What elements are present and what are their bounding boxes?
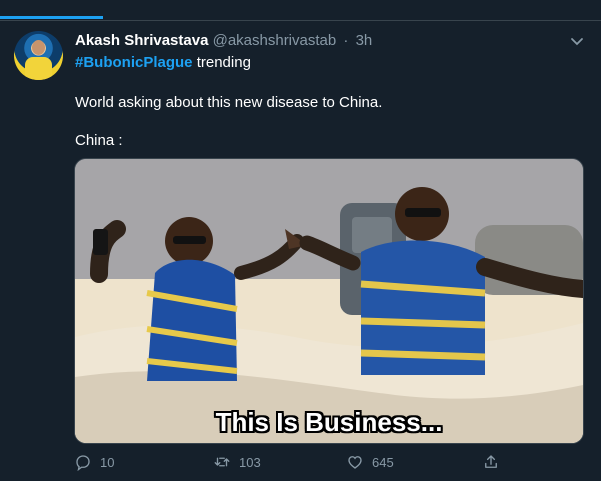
avatar-head xyxy=(32,40,45,55)
media-caption: This Is Business... xyxy=(215,407,443,437)
display-name[interactable]: Akash Shrivastava xyxy=(75,32,208,49)
tweet-card[interactable]: Akash Shrivastava @akashshrivastab · 3h … xyxy=(0,21,601,481)
meme-illustration xyxy=(75,159,583,443)
tweet-text-line-2: China : xyxy=(75,132,123,149)
reply-count: 10 xyxy=(100,454,115,470)
retweet-count: 103 xyxy=(239,454,261,470)
like-count: 645 xyxy=(372,454,394,470)
avatar[interactable] xyxy=(14,31,63,80)
separator-dot: · xyxy=(343,32,349,49)
retweet-icon xyxy=(214,457,230,467)
avatar-shirt xyxy=(25,57,52,80)
chevron-down-icon[interactable] xyxy=(569,33,585,49)
trend-line: #BubonicPlague trending xyxy=(75,54,251,71)
hashtag-link[interactable]: #BubonicPlague xyxy=(75,54,193,71)
timestamp[interactable]: 3h xyxy=(356,32,373,49)
user-handle[interactable]: @akashshrivastab xyxy=(213,32,337,49)
active-tab-indicator xyxy=(0,16,103,19)
retweet-button[interactable]: 103 xyxy=(213,450,261,474)
tweet-text-line-1: World asking about this new disease to C… xyxy=(75,94,383,111)
tweet-actions: 10 103 645 xyxy=(74,450,582,474)
share-icon xyxy=(485,455,497,468)
like-button[interactable]: 645 xyxy=(346,450,394,474)
reply-button[interactable]: 10 xyxy=(74,450,114,474)
trend-word: trending xyxy=(196,54,251,71)
share-button[interactable] xyxy=(482,450,500,474)
tweet-media[interactable]: This Is Business... xyxy=(74,158,584,444)
heart-icon xyxy=(348,456,362,469)
tweet-header: Akash Shrivastava @akashshrivastab · 3h xyxy=(75,32,372,52)
top-tab-strip xyxy=(0,0,601,21)
reply-icon xyxy=(76,455,90,471)
